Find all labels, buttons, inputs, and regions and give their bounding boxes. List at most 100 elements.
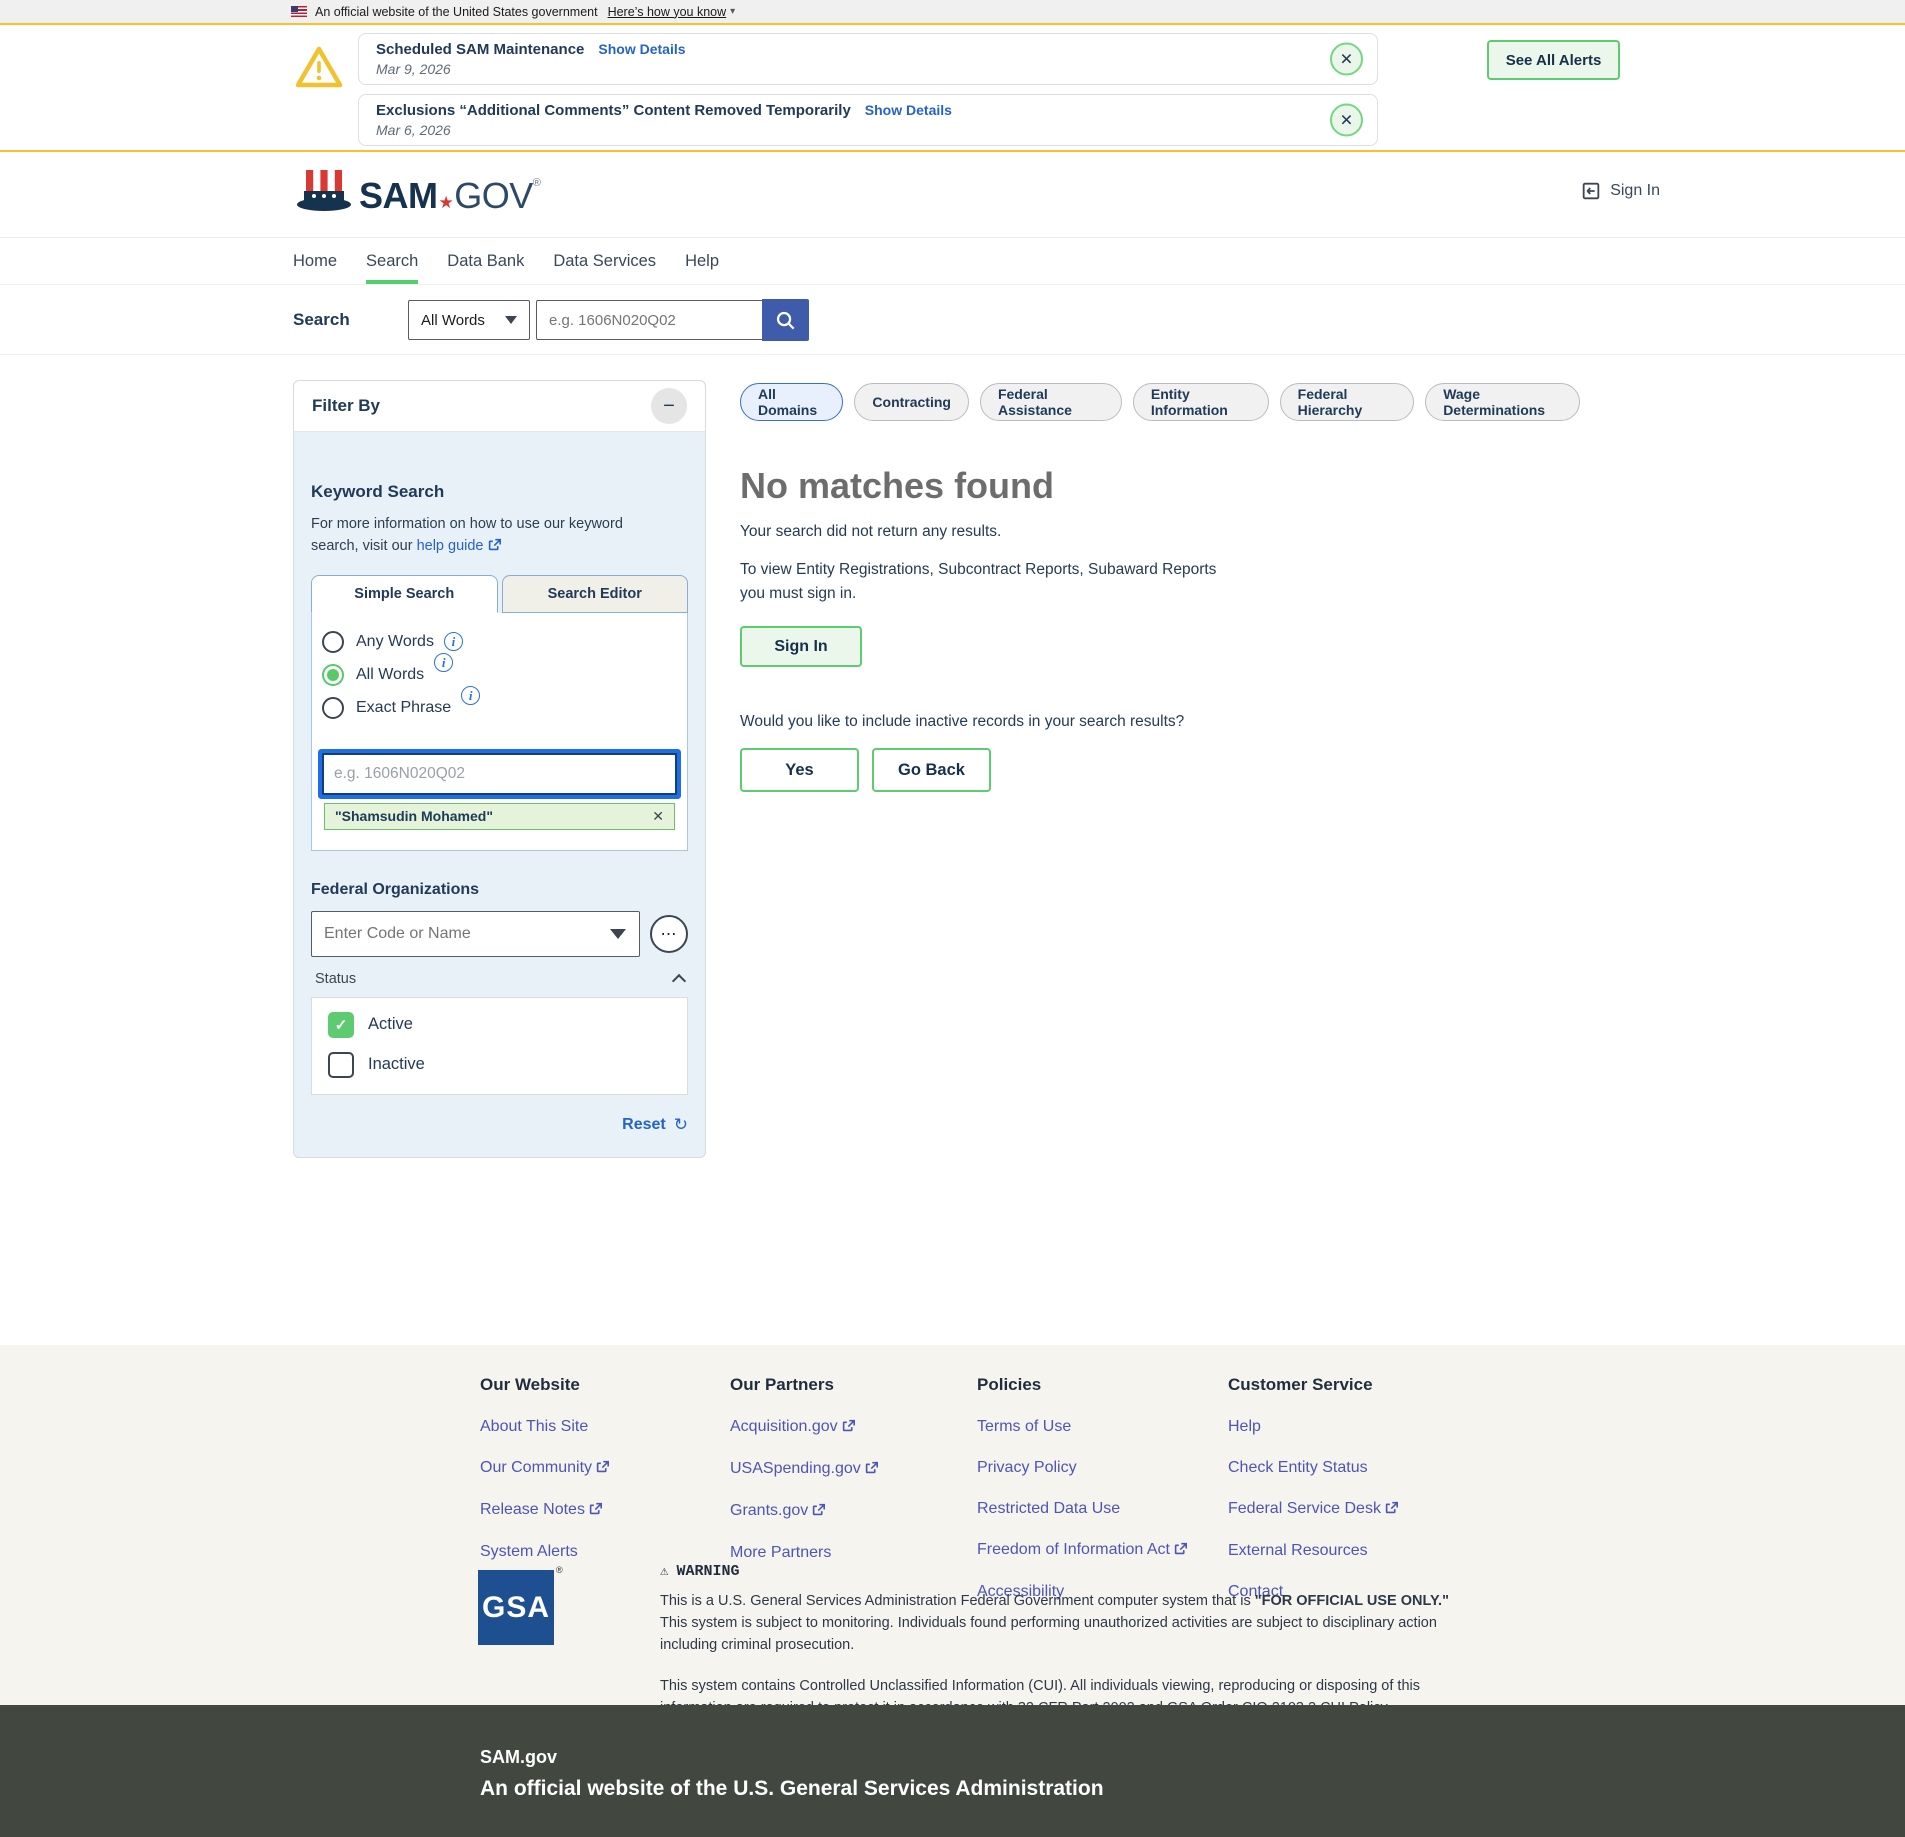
external-link-icon: [1174, 1542, 1187, 1560]
show-details-link[interactable]: Show Details: [598, 41, 685, 57]
domain-chip-contracting[interactable]: Contracting: [854, 383, 969, 421]
sign-in-button[interactable]: Sign In: [740, 626, 862, 667]
no-matches-subtext: Your search did not return any results.: [740, 523, 1580, 541]
tab-search-editor[interactable]: Search Editor: [502, 575, 689, 613]
footer-tagline: An official website of the U.S. General …: [480, 1777, 1905, 1801]
help-guide-link[interactable]: help guide: [417, 538, 501, 554]
how-you-know-link[interactable]: Here’s how you know: [608, 5, 727, 19]
warning-block: ⚠ WARNING This is a U.S. General Service…: [660, 1563, 1450, 1720]
filter-panel: Filter By − Keyword Search For more info…: [293, 380, 706, 1158]
gsa-logo: GSA: [478, 1570, 554, 1645]
footer-link-help[interactable]: Help: [1228, 1418, 1463, 1436]
footer-link-more-partners[interactable]: More Partners: [730, 1544, 965, 1562]
warning-icon: ⚠: [660, 1563, 668, 1580]
footer-link-grants-gov[interactable]: Grants.gov: [730, 1502, 965, 1521]
keyword-chip: "Shamsudin Mohamed" ✕: [324, 803, 675, 830]
main-search-input[interactable]: [536, 300, 762, 340]
nav-item-data-bank[interactable]: Data Bank: [447, 238, 524, 284]
sign-in-link[interactable]: Sign In: [1580, 180, 1660, 202]
footer-link-usaspending-gov[interactable]: USASpending.gov: [730, 1460, 965, 1479]
close-alert-button[interactable]: ✕: [1330, 104, 1363, 137]
footer-link-about-this-site[interactable]: About This Site: [480, 1418, 715, 1436]
inactive-question-buttons: Yes Go Back: [740, 748, 1580, 792]
gov-banner: An official website of the United States…: [0, 0, 1905, 25]
status-option-inactive: Inactive: [328, 1052, 671, 1078]
gov-banner-text: An official website of the United States…: [315, 5, 598, 19]
status-accordion-header[interactable]: Status: [311, 971, 688, 987]
nav-item-data-services[interactable]: Data Services: [553, 238, 656, 284]
exact-phrase-radio[interactable]: [322, 697, 344, 719]
reset-link[interactable]: Reset: [622, 1116, 666, 1134]
keyword-tabs: Simple Search Search Editor: [311, 575, 688, 613]
domain-chip-wage-determinations[interactable]: Wage Determinations: [1425, 383, 1580, 421]
gsa-registered-mark: ®: [556, 1565, 563, 1575]
nav-item-home[interactable]: Home: [293, 238, 337, 284]
external-link-icon: [488, 537, 501, 559]
external-link-icon: [842, 1419, 855, 1437]
filter-body: Keyword Search For more information on h…: [294, 432, 705, 1157]
inactive-checkbox[interactable]: [328, 1052, 354, 1078]
remove-chip-icon[interactable]: ✕: [652, 808, 664, 825]
footer-link-acquisition-gov[interactable]: Acquisition.gov: [730, 1418, 965, 1437]
keyword-info-text: For more information on how to use our k…: [311, 514, 671, 559]
domain-chip-all-domains[interactable]: All Domains: [740, 383, 843, 421]
info-icon[interactable]: i: [461, 686, 480, 705]
footer-link-terms-of-use[interactable]: Terms of Use: [977, 1418, 1212, 1436]
any-words-radio[interactable]: [322, 631, 344, 653]
logo-text: SAM★GOV®: [359, 178, 540, 214]
collapse-filter-button[interactable]: −: [651, 388, 687, 424]
active-checkbox[interactable]: ✓: [328, 1012, 354, 1038]
alert-list: Scheduled SAM Maintenance Show Details M…: [358, 33, 1378, 150]
search-button[interactable]: [762, 299, 809, 341]
radio-row-exact-phrase: Exact Phrase i: [322, 697, 677, 719]
footer-link-federal-service-desk[interactable]: Federal Service Desk: [1228, 1500, 1463, 1519]
nav-item-help[interactable]: Help: [685, 238, 719, 284]
keyword-search-input[interactable]: [322, 753, 677, 795]
go-back-button[interactable]: Go Back: [872, 748, 991, 792]
external-link-icon: [596, 1460, 609, 1478]
alert-title: Exclusions “Additional Comments” Content…: [376, 102, 851, 119]
reset-icon[interactable]: ↻: [674, 1115, 688, 1135]
footer-link-check-entity-status[interactable]: Check Entity Status: [1228, 1459, 1463, 1477]
search-band: Search All Words: [0, 286, 1905, 355]
external-link-icon: [1385, 1501, 1398, 1519]
footer-link-restricted-data-use[interactable]: Restricted Data Use: [977, 1500, 1212, 1518]
footer-link-privacy-policy[interactable]: Privacy Policy: [977, 1459, 1212, 1477]
status-options-box: ✓ Active Inactive: [311, 997, 688, 1095]
nav-item-search[interactable]: Search: [366, 238, 418, 284]
footer-link-system-alerts[interactable]: System Alerts: [480, 1543, 715, 1561]
footer-link-release-notes[interactable]: Release Notes: [480, 1501, 715, 1520]
external-link-icon: [589, 1502, 602, 1520]
alerts-section: Scheduled SAM Maintenance Show Details M…: [0, 27, 1905, 152]
footer-link-our-community[interactable]: Our Community: [480, 1459, 715, 1478]
domain-chips: All Domains Contracting Federal Assistan…: [740, 383, 1580, 421]
show-details-link[interactable]: Show Details: [865, 102, 952, 118]
footer-link-foia[interactable]: Freedom of Information Act: [977, 1541, 1212, 1560]
footer-site-name: SAM.gov: [480, 1747, 1905, 1768]
domain-chip-federal-assistance[interactable]: Federal Assistance: [980, 383, 1122, 421]
uncle-sam-hat-icon: [295, 168, 353, 214]
alert-title: Scheduled SAM Maintenance: [376, 41, 584, 58]
domain-chip-entity-information[interactable]: Entity Information: [1133, 383, 1269, 421]
federal-org-input[interactable]: [311, 911, 640, 957]
tab-simple-search[interactable]: Simple Search: [311, 575, 498, 613]
bottom-footer: SAM.gov An official website of the U.S. …: [0, 1705, 1905, 1837]
footer-column-our-website: Our Website About This Site Our Communit…: [480, 1375, 715, 1561]
footer-link-external-resources[interactable]: External Resources: [1228, 1542, 1463, 1560]
domain-chip-federal-hierarchy[interactable]: Federal Hierarchy: [1280, 383, 1415, 421]
search-mode-select[interactable]: All Words: [408, 300, 530, 340]
see-all-alerts-button[interactable]: See All Alerts: [1487, 40, 1620, 80]
info-icon[interactable]: i: [434, 653, 453, 672]
sign-in-arrow-icon: [1580, 180, 1602, 202]
chevron-down-icon: [505, 316, 517, 324]
no-matches-heading: No matches found: [740, 465, 1580, 507]
yes-button[interactable]: Yes: [740, 748, 859, 792]
inactive-records-question: Would you like to include inactive recor…: [740, 713, 1580, 731]
reset-row: Reset ↻: [311, 1115, 688, 1135]
close-alert-button[interactable]: ✕: [1330, 43, 1363, 76]
page-footer: Our Website About This Site Our Communit…: [0, 1345, 1905, 1705]
more-options-button[interactable]: ⋯: [650, 915, 688, 953]
all-words-radio[interactable]: [322, 664, 344, 686]
info-icon[interactable]: i: [444, 632, 463, 651]
sam-gov-logo[interactable]: SAM★GOV®: [295, 168, 540, 214]
